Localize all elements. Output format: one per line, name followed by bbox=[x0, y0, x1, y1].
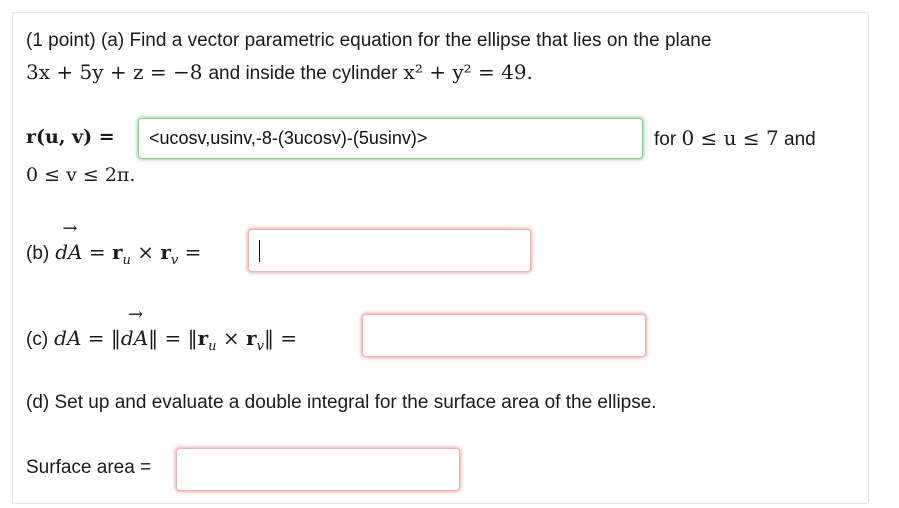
part-b-row: (b) → dA = ru × rv = bbox=[26, 218, 202, 269]
plane-equation: 3x + 5y + z = −8 bbox=[26, 60, 203, 84]
r-answer-input[interactable] bbox=[138, 118, 643, 159]
r-label: r(u, v) = bbox=[26, 126, 115, 148]
for-range-text: for 0 ≤ u ≤ 7 and bbox=[654, 126, 816, 151]
plane-line: 3x + 5y + z = −8 and inside the cylinder… bbox=[26, 60, 533, 85]
part-b-formula: → dA = ru × rv = bbox=[55, 218, 202, 269]
part-b-input[interactable] bbox=[248, 229, 531, 272]
and-text: and bbox=[784, 129, 816, 150]
part-c-label: (c) bbox=[26, 329, 49, 350]
for-text: for bbox=[654, 129, 677, 150]
part-c-input[interactable] bbox=[362, 314, 646, 357]
cylinder-equation: x² + y² = 49. bbox=[403, 60, 533, 84]
part-c-formula: dA = ‖ → dA‖ = ‖ru × rv‖ = bbox=[54, 304, 298, 355]
surface-area-input[interactable] bbox=[176, 448, 460, 491]
part-d-text: (d) Set up and evaluate a double integra… bbox=[26, 392, 657, 413]
part-b-label: (b) bbox=[26, 243, 50, 264]
surface-area-label: Surface area = bbox=[26, 457, 152, 478]
and-inside-text: and inside the cylinder bbox=[208, 63, 398, 84]
u-range: 0 ≤ u ≤ 7 bbox=[681, 126, 779, 150]
part-a-intro-text: (1 point) (a) Find a vector parametric e… bbox=[26, 30, 712, 51]
part-d-row: (d) Set up and evaluate a double integra… bbox=[26, 392, 657, 414]
part-a-intro: (1 point) (a) Find a vector parametric e… bbox=[26, 30, 711, 52]
text-cursor bbox=[259, 239, 260, 262]
part-c-row: (c) dA = ‖ → dA‖ = ‖ru × rv‖ = bbox=[26, 304, 298, 355]
v-range: 0 ≤ v ≤ 2π. bbox=[26, 164, 136, 186]
